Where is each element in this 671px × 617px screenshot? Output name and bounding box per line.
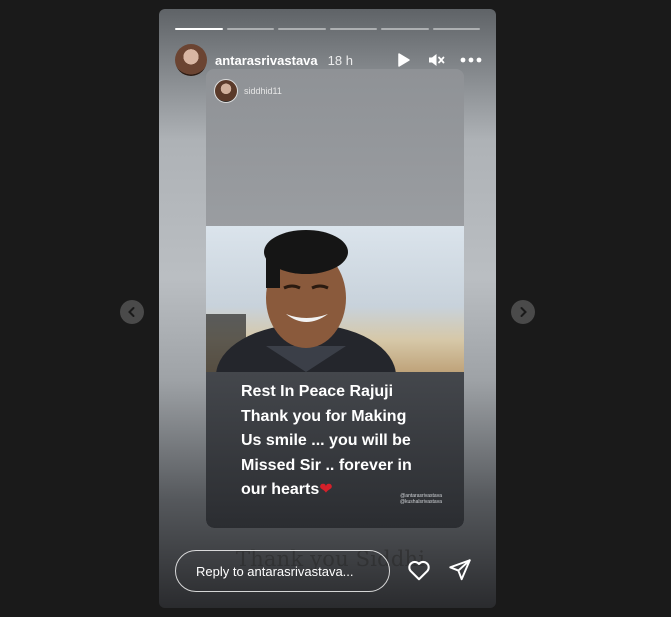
shared-post-header: siddhid11 xyxy=(214,79,282,103)
author-avatar[interactable] xyxy=(175,44,207,76)
author-username[interactable]: antarasrivastava xyxy=(215,53,318,68)
progress-segment xyxy=(175,28,223,30)
play-icon xyxy=(398,53,410,67)
heart-icon xyxy=(408,560,430,581)
reply-placeholder: Reply to antarasrivastava... xyxy=(196,563,354,579)
story-timestamp: 18 h xyxy=(327,52,353,68)
previous-story-button[interactable] xyxy=(120,300,144,324)
caption-line: Missed Sir .. forever in xyxy=(241,456,412,474)
share-button[interactable] xyxy=(447,557,473,583)
progress-segment xyxy=(278,28,326,30)
next-story-button[interactable] xyxy=(511,300,535,324)
story-progress-bar xyxy=(175,28,480,30)
chevron-right-icon xyxy=(520,307,527,317)
more-options-button[interactable] xyxy=(460,49,482,71)
post-caption-area: Rest In Peace Rajuji Thank you for Makin… xyxy=(206,372,464,528)
progress-segment xyxy=(432,28,480,30)
progress-segment xyxy=(381,28,429,30)
red-heart-emoji-icon: ❤ xyxy=(319,481,333,498)
caption-line: Thank you for Making xyxy=(241,407,407,425)
muted-speaker-icon xyxy=(429,54,445,66)
mention-tag: @kushalsrivastava xyxy=(399,499,442,505)
reply-input[interactable]: Reply to antarasrivastava... xyxy=(175,550,390,592)
chevron-left-icon xyxy=(128,307,135,317)
play-button[interactable] xyxy=(392,49,414,71)
caption-line: Us smile ... you will be xyxy=(241,432,411,449)
shared-post-avatar xyxy=(214,79,238,103)
post-photo xyxy=(206,226,464,372)
mute-button[interactable] xyxy=(426,49,448,71)
progress-segment xyxy=(329,28,377,30)
shared-post-username: siddhid11 xyxy=(244,86,282,96)
more-icon xyxy=(460,57,482,63)
caption-line: Rest In Peace Rajuji xyxy=(241,383,394,400)
caption-line: our hearts xyxy=(241,481,320,498)
post-caption: Rest In Peace Rajuji Thank you for Makin… xyxy=(241,380,456,503)
paper-plane-icon xyxy=(449,559,471,581)
progress-segment xyxy=(226,28,274,30)
story-viewer[interactable]: antarasrivastava 18 h siddhid11 Rest In … xyxy=(159,9,496,608)
post-mention-tags: @antarasrivastava @kushalsrivastava xyxy=(400,493,442,505)
shared-post-card[interactable]: siddhid11 Rest In Peace Rajuji Thank you… xyxy=(206,69,464,528)
like-button[interactable] xyxy=(406,557,432,583)
